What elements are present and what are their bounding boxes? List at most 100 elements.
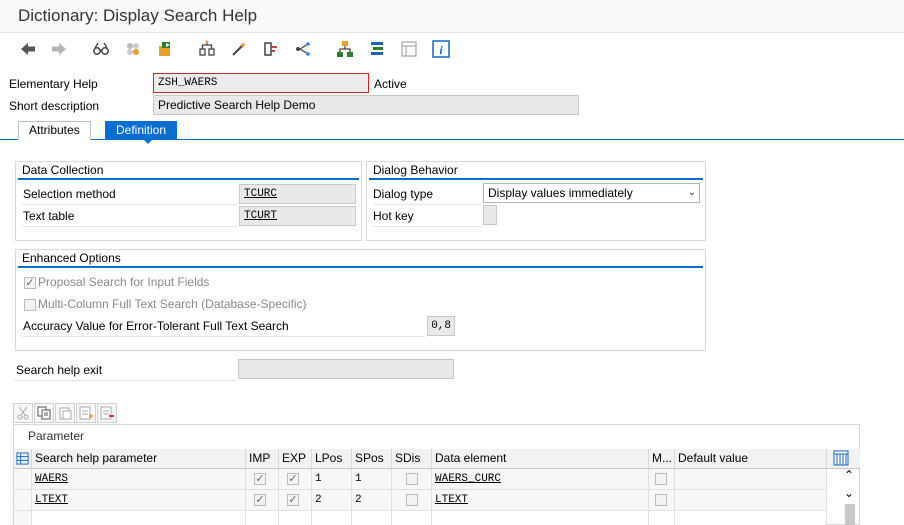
multi-column-checkbox[interactable] bbox=[24, 299, 36, 311]
activate-icon[interactable] bbox=[154, 38, 176, 60]
check-icon[interactable] bbox=[260, 38, 282, 60]
short-description-field[interactable]: Predictive Search Help Demo bbox=[153, 95, 579, 115]
search-help-exit-field[interactable] bbox=[238, 359, 454, 379]
copy-icon[interactable] bbox=[34, 403, 54, 423]
selection-method-label: Selection method bbox=[23, 187, 116, 201]
row-divider bbox=[22, 336, 425, 337]
table-cell-default[interactable] bbox=[675, 469, 827, 490]
glasses-icon[interactable] bbox=[90, 38, 112, 60]
proposal-search-checkbox[interactable] bbox=[24, 277, 36, 289]
table-cell-sdis bbox=[392, 490, 432, 511]
group-underline bbox=[369, 178, 703, 180]
row-divider bbox=[373, 204, 481, 205]
column-header[interactable]: Default value bbox=[675, 449, 827, 469]
imp-checkbox[interactable] bbox=[254, 473, 266, 485]
table-cell-param[interactable] bbox=[32, 511, 246, 525]
display-object-icon[interactable] bbox=[398, 38, 420, 60]
cut-icon[interactable] bbox=[13, 403, 33, 423]
table-cell-default[interactable] bbox=[675, 490, 827, 511]
graphics-icon[interactable] bbox=[292, 38, 314, 60]
info-icon[interactable]: i bbox=[430, 38, 452, 60]
table-cell-sdis[interactable] bbox=[392, 511, 432, 525]
data-collection-group: Data Collection Selection method TCURC T… bbox=[15, 161, 362, 241]
scroll-thumb[interactable] bbox=[845, 504, 855, 525]
text-table-field[interactable]: TCURT bbox=[239, 206, 356, 226]
column-header[interactable]: Search help parameter bbox=[32, 449, 246, 469]
paste-icon[interactable] bbox=[55, 403, 75, 423]
imp-checkbox[interactable] bbox=[254, 494, 266, 506]
table-cell-lpos[interactable]: 2 bbox=[312, 490, 352, 511]
dialog-behavior-title: Dialog Behavior bbox=[373, 163, 458, 177]
hot-key-label: Hot key bbox=[373, 209, 414, 223]
row-selector[interactable] bbox=[14, 469, 32, 490]
text-table-label: Text table bbox=[23, 209, 75, 223]
column-header[interactable]: SPos bbox=[352, 449, 392, 469]
dialog-type-label: Dialog type bbox=[373, 187, 434, 201]
search-help-exit-label: Search help exit bbox=[16, 363, 103, 377]
chevron-down-icon: ⌄ bbox=[687, 187, 696, 198]
tree-icon[interactable] bbox=[334, 38, 356, 60]
table-cell-data-element[interactable]: WAERS_CURC bbox=[432, 469, 649, 490]
table-cell-default[interactable] bbox=[675, 511, 827, 525]
sdis-checkbox[interactable] bbox=[406, 494, 418, 506]
insert-row-icon[interactable] bbox=[76, 403, 96, 423]
m-checkbox[interactable] bbox=[655, 473, 667, 485]
row-selector[interactable] bbox=[14, 490, 32, 511]
magic-wand-icon[interactable] bbox=[228, 38, 250, 60]
table-cell-m bbox=[649, 469, 675, 490]
column-header[interactable]: IMP bbox=[246, 449, 279, 469]
object-list-icon[interactable] bbox=[366, 38, 388, 60]
m-checkbox[interactable] bbox=[655, 494, 667, 506]
tab-definition[interactable]: Definition bbox=[105, 121, 178, 140]
table-cell-lpos[interactable]: 1 bbox=[312, 469, 352, 490]
sdis-checkbox[interactable] bbox=[406, 473, 418, 485]
scroll-up-icon[interactable]: ⌃ bbox=[844, 468, 854, 482]
enhanced-options-group: Enhanced Options Proposal Search for Inp… bbox=[15, 249, 706, 351]
table-scrollbar[interactable]: ⌃ ⌄ bbox=[840, 448, 860, 525]
column-header[interactable]: LPos bbox=[312, 449, 352, 469]
column-header[interactable]: M... bbox=[649, 449, 675, 469]
table-cell-exp[interactable] bbox=[279, 511, 312, 525]
dialog-type-dropdown[interactable]: Display values immediately ⌄ bbox=[483, 183, 700, 203]
table-cell-spos[interactable]: 1 bbox=[352, 469, 392, 490]
table-cell-spos[interactable]: 2 bbox=[352, 490, 392, 511]
exp-checkbox[interactable] bbox=[287, 473, 299, 485]
window-title: Dictionary: Display Search Help bbox=[18, 6, 258, 25]
back-arrow-icon[interactable] bbox=[17, 38, 39, 60]
column-header[interactable]: SDis bbox=[392, 449, 432, 469]
delete-row-icon[interactable] bbox=[97, 403, 117, 423]
table-cell-spos[interactable] bbox=[352, 511, 392, 525]
table-cell-param[interactable]: LTEXT bbox=[32, 490, 246, 511]
forward-arrow-icon[interactable] bbox=[48, 38, 70, 60]
table-cell-imp[interactable] bbox=[246, 511, 279, 525]
table-cell-sdis bbox=[392, 469, 432, 490]
accuracy-value-field[interactable]: 0,8 bbox=[427, 316, 455, 336]
parameter-table: Parameter Search help parameter IMP EXP … bbox=[13, 424, 860, 525]
table-cell-imp bbox=[246, 490, 279, 511]
table-settings-icon[interactable] bbox=[14, 449, 32, 469]
dialog-type-value: Display values immediately bbox=[488, 186, 633, 200]
row-divider bbox=[373, 226, 481, 227]
group-underline bbox=[18, 266, 703, 268]
table-cell-data-element[interactable]: LTEXT bbox=[432, 490, 649, 511]
column-header[interactable]: Data element bbox=[432, 449, 649, 469]
other-object-icon[interactable] bbox=[122, 38, 144, 60]
where-used-icon[interactable] bbox=[196, 38, 218, 60]
table-cell-param[interactable]: WAERS bbox=[32, 469, 246, 490]
selection-method-field[interactable]: TCURC bbox=[239, 184, 356, 204]
tab-attributes[interactable]: Attributes bbox=[18, 121, 91, 140]
exp-checkbox[interactable] bbox=[287, 494, 299, 506]
table-cell-data-element[interactable] bbox=[432, 511, 649, 525]
table-cell-lpos[interactable] bbox=[312, 511, 352, 525]
elementary-help-label: Elementary Help bbox=[9, 77, 98, 91]
scroll-down-icon[interactable]: ⌄ bbox=[844, 486, 854, 500]
table-cell-m bbox=[649, 490, 675, 511]
row-selector[interactable] bbox=[14, 511, 32, 525]
proposal-search-label: Proposal Search for Input Fields bbox=[38, 275, 210, 289]
elementary-help-field[interactable]: ZSH_WAERS bbox=[153, 73, 369, 93]
column-header[interactable]: EXP bbox=[279, 449, 312, 469]
table-cell-m[interactable] bbox=[649, 511, 675, 525]
hot-key-field[interactable] bbox=[483, 205, 497, 225]
enhanced-options-title: Enhanced Options bbox=[22, 251, 121, 265]
row-divider bbox=[14, 380, 236, 381]
